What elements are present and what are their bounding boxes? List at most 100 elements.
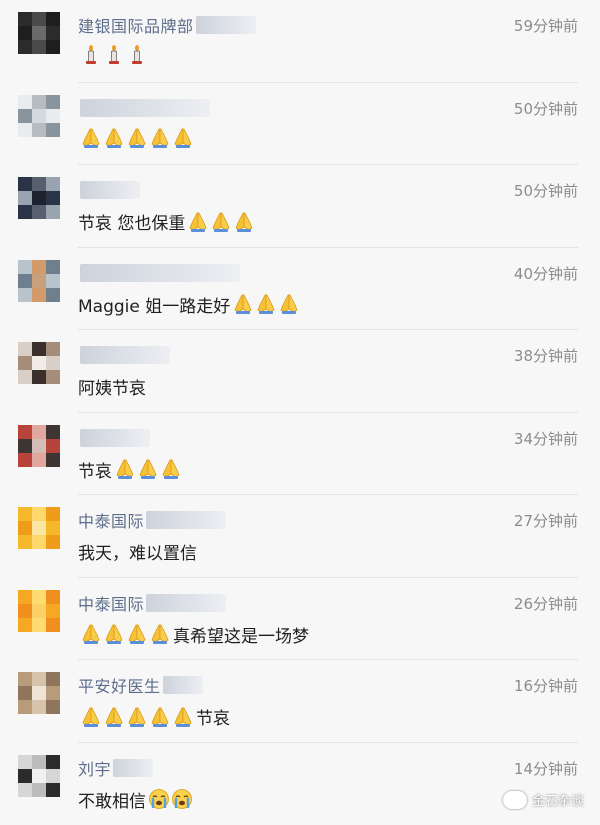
- folded-hands-icon: [80, 706, 102, 728]
- comment-text-prefix: 我天，难以置信: [78, 539, 197, 564]
- name-redaction: [146, 511, 226, 529]
- folded-hands-icon: [103, 623, 125, 645]
- crying-face-icon: [148, 788, 170, 810]
- candle-icon: [126, 44, 148, 66]
- folded-hands-icon: [210, 211, 232, 233]
- folded-hands-icon: [255, 293, 277, 315]
- commenter-name[interactable]: 中泰国际: [78, 591, 144, 615]
- commenter-name[interactable]: 刘宇: [78, 756, 111, 780]
- folded-hands-icon: [278, 293, 300, 315]
- avatar[interactable]: [18, 755, 60, 797]
- folded-hands-icon: [187, 211, 209, 233]
- comment-time: 16分钟前: [514, 675, 578, 696]
- name-redaction: [80, 429, 150, 447]
- name-redaction: [80, 264, 240, 282]
- emoji-group: [80, 127, 194, 149]
- avatar[interactable]: [18, 590, 60, 632]
- name-redaction: [196, 16, 256, 34]
- folded-hands-icon: [149, 127, 171, 149]
- crying-face-icon: [171, 788, 193, 810]
- comment-item[interactable]: 50分钟前: [0, 83, 600, 166]
- comment-text-prefix: 阿姨节哀: [78, 374, 146, 399]
- comment-item[interactable]: 40分钟前 Maggie 姐一路走好: [0, 248, 600, 331]
- comment-text: 真希望这是一场梦: [78, 622, 309, 647]
- folded-hands-icon: [172, 127, 194, 149]
- comment-item[interactable]: 建银国际品牌部 59分钟前: [0, 0, 600, 83]
- comment-text: Maggie 姐一路走好: [78, 292, 302, 317]
- emoji-group: [187, 211, 255, 233]
- avatar[interactable]: [18, 177, 60, 219]
- folded-hands-icon: [172, 706, 194, 728]
- candle-icon: [103, 44, 125, 66]
- comment-item[interactable]: 中泰国际 27分钟前我天，难以置信: [0, 495, 600, 578]
- watermark: 金石杂谈: [503, 790, 584, 809]
- comment-item[interactable]: 刘宇14分钟前不敢相信: [0, 743, 600, 825]
- emoji-group: [80, 706, 194, 728]
- comment-item[interactable]: 50分钟前节哀 您也保重: [0, 165, 600, 248]
- folded-hands-icon: [103, 706, 125, 728]
- emoji-group: [114, 458, 182, 480]
- watermark-text: 金石杂谈: [532, 790, 584, 809]
- folded-hands-icon: [149, 623, 171, 645]
- comment-text-suffix: 节哀: [196, 704, 230, 729]
- emoji-group: [148, 788, 193, 810]
- comment-time: 27分钟前: [514, 510, 578, 531]
- comment-text: 我天，难以置信: [78, 539, 201, 564]
- comment-text-prefix: 节哀 您也保重: [78, 209, 185, 234]
- folded-hands-icon: [80, 623, 102, 645]
- folded-hands-icon: [233, 211, 255, 233]
- comment-time: 38分钟前: [514, 345, 578, 366]
- wechat-icon: [503, 791, 527, 809]
- folded-hands-icon: [126, 623, 148, 645]
- folded-hands-icon: [149, 706, 171, 728]
- folded-hands-icon: [137, 458, 159, 480]
- name-redaction: [80, 99, 210, 117]
- comment-text-prefix: 不敢相信: [78, 787, 146, 812]
- emoji-group: [80, 44, 148, 66]
- comment-time: 50分钟前: [514, 98, 578, 119]
- avatar[interactable]: [18, 12, 60, 54]
- comment-text: 节哀 您也保重: [78, 209, 257, 234]
- avatar[interactable]: [18, 507, 60, 549]
- folded-hands-icon: [80, 127, 102, 149]
- avatar[interactable]: [18, 425, 60, 467]
- comment-time: 34分钟前: [514, 428, 578, 449]
- comment-text: 节哀: [78, 457, 184, 482]
- candle-icon: [80, 44, 102, 66]
- emoji-group: [80, 623, 171, 645]
- comment-item[interactable]: 34分钟前节哀: [0, 413, 600, 496]
- comment-item[interactable]: 中泰国际 26分钟前真希望这是一场梦: [0, 578, 600, 661]
- comment-text: 阿姨节哀: [78, 374, 150, 399]
- comment-text-prefix: Maggie 姐一路走好: [78, 292, 230, 317]
- comment-list: 建银国际品牌部59分钟前50分钟前50分钟前节哀 您也保重40分钟前Maggie…: [0, 0, 600, 825]
- name-redaction: [146, 594, 226, 612]
- comment-time: 26分钟前: [514, 593, 578, 614]
- comment-text: 不敢相信: [78, 787, 195, 812]
- folded-hands-icon: [114, 458, 136, 480]
- name-redaction: [113, 759, 153, 777]
- comment-text-prefix: 节哀: [78, 457, 112, 482]
- comment-time: 59分钟前: [514, 15, 578, 36]
- folded-hands-icon: [126, 127, 148, 149]
- comment-item[interactable]: 38分钟前阿姨节哀: [0, 330, 600, 413]
- comment-item[interactable]: 平安好医生 16分钟前节哀: [0, 660, 600, 743]
- avatar[interactable]: [18, 672, 60, 714]
- avatar[interactable]: [18, 95, 60, 137]
- commenter-name[interactable]: 平安好医生: [78, 673, 161, 697]
- name-redaction: [80, 181, 140, 199]
- folded-hands-icon: [103, 127, 125, 149]
- avatar[interactable]: [18, 342, 60, 384]
- comment-text: 节哀: [78, 704, 230, 729]
- comment-time: 40分钟前: [514, 263, 578, 284]
- folded-hands-icon: [126, 706, 148, 728]
- comment-text-suffix: 真希望这是一场梦: [173, 622, 309, 647]
- comment-time: 50分钟前: [514, 180, 578, 201]
- comment-text: [78, 44, 150, 66]
- folded-hands-icon: [232, 293, 254, 315]
- commenter-name[interactable]: 中泰国际: [78, 508, 144, 532]
- name-redaction: [163, 676, 203, 694]
- commenter-name[interactable]: 建银国际品牌部: [78, 13, 194, 37]
- name-redaction: [80, 346, 170, 364]
- folded-hands-icon: [160, 458, 182, 480]
- avatar[interactable]: [18, 260, 60, 302]
